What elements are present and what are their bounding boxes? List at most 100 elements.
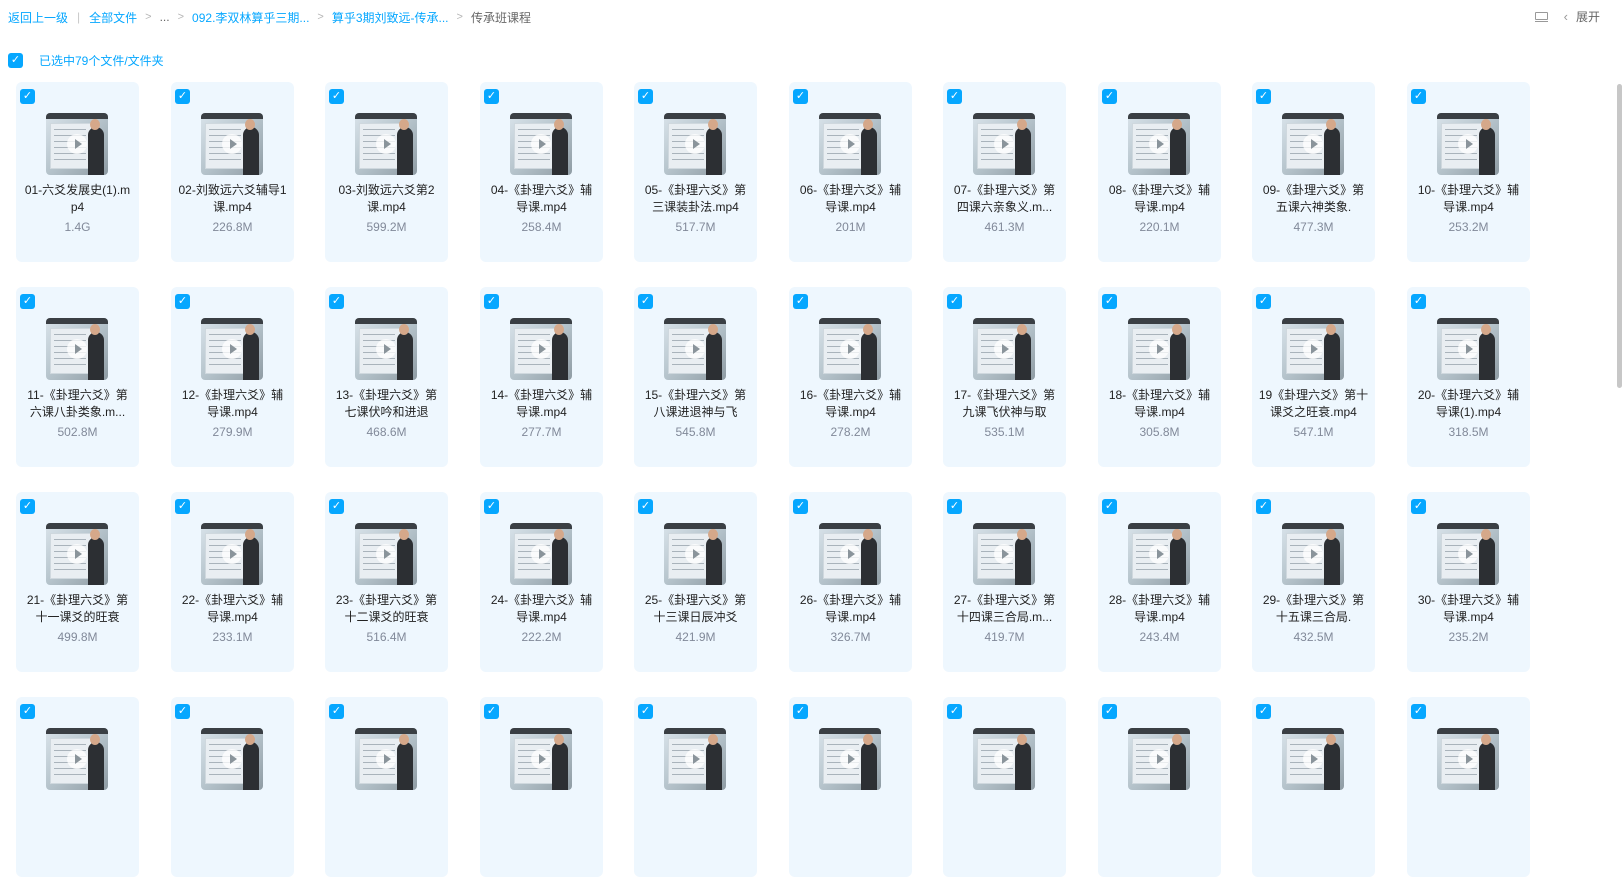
play-icon[interactable]: [994, 134, 1014, 154]
file-card[interactable]: ✓: [16, 697, 139, 877]
play-icon[interactable]: [1458, 339, 1478, 359]
play-icon[interactable]: [840, 544, 860, 564]
file-card[interactable]: ✓ 21-《卦理六爻》第十一课爻的旺衰 499.8M: [16, 492, 139, 672]
play-icon[interactable]: [840, 749, 860, 769]
breadcrumb-item-1[interactable]: 092.李双林算乎三期...: [192, 9, 309, 26]
video-thumbnail[interactable]: [1437, 728, 1499, 790]
file-checkbox[interactable]: ✓: [484, 294, 499, 309]
video-thumbnail[interactable]: [664, 318, 726, 380]
video-thumbnail[interactable]: [1128, 318, 1190, 380]
file-card[interactable]: ✓: [789, 697, 912, 877]
back-link[interactable]: 返回上一级: [8, 9, 68, 26]
file-checkbox[interactable]: ✓: [793, 704, 808, 719]
file-card[interactable]: ✓ 25-《卦理六爻》第十三课日辰冲爻 421.9M: [634, 492, 757, 672]
video-thumbnail[interactable]: [1437, 318, 1499, 380]
file-card[interactable]: ✓ 04-《卦理六爻》辅导课.mp4 258.4M: [480, 82, 603, 262]
video-thumbnail[interactable]: [664, 523, 726, 585]
video-thumbnail[interactable]: [819, 728, 881, 790]
video-thumbnail[interactable]: [1282, 523, 1344, 585]
select-all-checkbox[interactable]: ✓: [8, 52, 23, 68]
file-card[interactable]: ✓ 15-《卦理六爻》第八课进退神与飞 545.8M: [634, 287, 757, 467]
file-checkbox[interactable]: ✓: [484, 704, 499, 719]
file-checkbox[interactable]: ✓: [793, 294, 808, 309]
file-checkbox[interactable]: ✓: [329, 704, 344, 719]
video-thumbnail[interactable]: [973, 113, 1035, 175]
file-checkbox[interactable]: ✓: [329, 294, 344, 309]
play-icon[interactable]: [531, 544, 551, 564]
play-icon[interactable]: [222, 544, 242, 564]
file-card[interactable]: ✓ 02-刘致远六爻辅导1课.mp4 226.8M: [171, 82, 294, 262]
file-checkbox[interactable]: ✓: [175, 704, 190, 719]
play-icon[interactable]: [1149, 749, 1169, 769]
file-checkbox[interactable]: ✓: [947, 704, 962, 719]
video-thumbnail[interactable]: [46, 523, 108, 585]
file-checkbox[interactable]: ✓: [638, 294, 653, 309]
file-checkbox[interactable]: ✓: [329, 89, 344, 104]
file-card[interactable]: ✓ 22-《卦理六爻》辅导课.mp4 233.1M: [171, 492, 294, 672]
file-card[interactable]: ✓: [480, 697, 603, 877]
breadcrumb-ellipsis[interactable]: ...: [160, 10, 170, 24]
chevron-left-icon[interactable]: ‹: [1564, 9, 1568, 24]
video-thumbnail[interactable]: [355, 728, 417, 790]
play-icon[interactable]: [1149, 134, 1169, 154]
file-checkbox[interactable]: ✓: [484, 89, 499, 104]
play-icon[interactable]: [67, 544, 87, 564]
video-thumbnail[interactable]: [201, 523, 263, 585]
video-thumbnail[interactable]: [355, 318, 417, 380]
file-checkbox[interactable]: ✓: [1102, 89, 1117, 104]
video-thumbnail[interactable]: [1282, 113, 1344, 175]
video-thumbnail[interactable]: [355, 113, 417, 175]
file-card[interactable]: ✓ 20-《卦理六爻》辅导课(1).mp4 318.5M: [1407, 287, 1530, 467]
file-checkbox[interactable]: ✓: [1411, 294, 1426, 309]
play-icon[interactable]: [840, 134, 860, 154]
file-checkbox[interactable]: ✓: [20, 499, 35, 514]
play-icon[interactable]: [685, 134, 705, 154]
video-thumbnail[interactable]: [819, 523, 881, 585]
play-icon[interactable]: [1458, 134, 1478, 154]
video-thumbnail[interactable]: [510, 728, 572, 790]
file-card[interactable]: ✓: [171, 697, 294, 877]
play-icon[interactable]: [1303, 134, 1323, 154]
file-card[interactable]: ✓: [634, 697, 757, 877]
file-checkbox[interactable]: ✓: [1411, 499, 1426, 514]
file-card[interactable]: ✓: [325, 697, 448, 877]
video-thumbnail[interactable]: [1437, 523, 1499, 585]
play-icon[interactable]: [376, 544, 396, 564]
video-thumbnail[interactable]: [664, 113, 726, 175]
file-card[interactable]: ✓: [1407, 697, 1530, 877]
file-checkbox[interactable]: ✓: [1411, 704, 1426, 719]
video-thumbnail[interactable]: [355, 523, 417, 585]
file-card[interactable]: ✓ 26-《卦理六爻》辅导课.mp4 326.7M: [789, 492, 912, 672]
file-checkbox[interactable]: ✓: [1102, 294, 1117, 309]
file-checkbox[interactable]: ✓: [1102, 704, 1117, 719]
file-checkbox[interactable]: ✓: [793, 89, 808, 104]
video-thumbnail[interactable]: [46, 728, 108, 790]
play-icon[interactable]: [531, 134, 551, 154]
file-checkbox[interactable]: ✓: [175, 294, 190, 309]
video-thumbnail[interactable]: [510, 523, 572, 585]
video-thumbnail[interactable]: [819, 113, 881, 175]
video-thumbnail[interactable]: [973, 523, 1035, 585]
file-card[interactable]: ✓ 27-《卦理六爻》第十四课三合局.m... 419.7M: [943, 492, 1066, 672]
play-icon[interactable]: [685, 339, 705, 359]
play-icon[interactable]: [1149, 339, 1169, 359]
play-icon[interactable]: [994, 544, 1014, 564]
file-card[interactable]: ✓ 30-《卦理六爻》辅导课.mp4 235.2M: [1407, 492, 1530, 672]
file-checkbox[interactable]: ✓: [947, 89, 962, 104]
file-card[interactable]: ✓: [943, 697, 1066, 877]
play-icon[interactable]: [994, 749, 1014, 769]
play-icon[interactable]: [1303, 339, 1323, 359]
file-card[interactable]: ✓ 11-《卦理六爻》第六课八卦类象.m... 502.8M: [16, 287, 139, 467]
file-checkbox[interactable]: ✓: [1256, 499, 1271, 514]
file-checkbox[interactable]: ✓: [1102, 499, 1117, 514]
file-checkbox[interactable]: ✓: [20, 704, 35, 719]
play-icon[interactable]: [1303, 544, 1323, 564]
video-thumbnail[interactable]: [46, 318, 108, 380]
file-checkbox[interactable]: ✓: [1256, 704, 1271, 719]
file-card[interactable]: ✓ 19《卦理六爻》第十课爻之旺衰.mp4 547.1M: [1252, 287, 1375, 467]
file-card[interactable]: ✓ 24-《卦理六爻》辅导课.mp4 222.2M: [480, 492, 603, 672]
video-thumbnail[interactable]: [1282, 728, 1344, 790]
video-thumbnail[interactable]: [201, 318, 263, 380]
file-checkbox[interactable]: ✓: [1256, 294, 1271, 309]
video-thumbnail[interactable]: [1128, 523, 1190, 585]
